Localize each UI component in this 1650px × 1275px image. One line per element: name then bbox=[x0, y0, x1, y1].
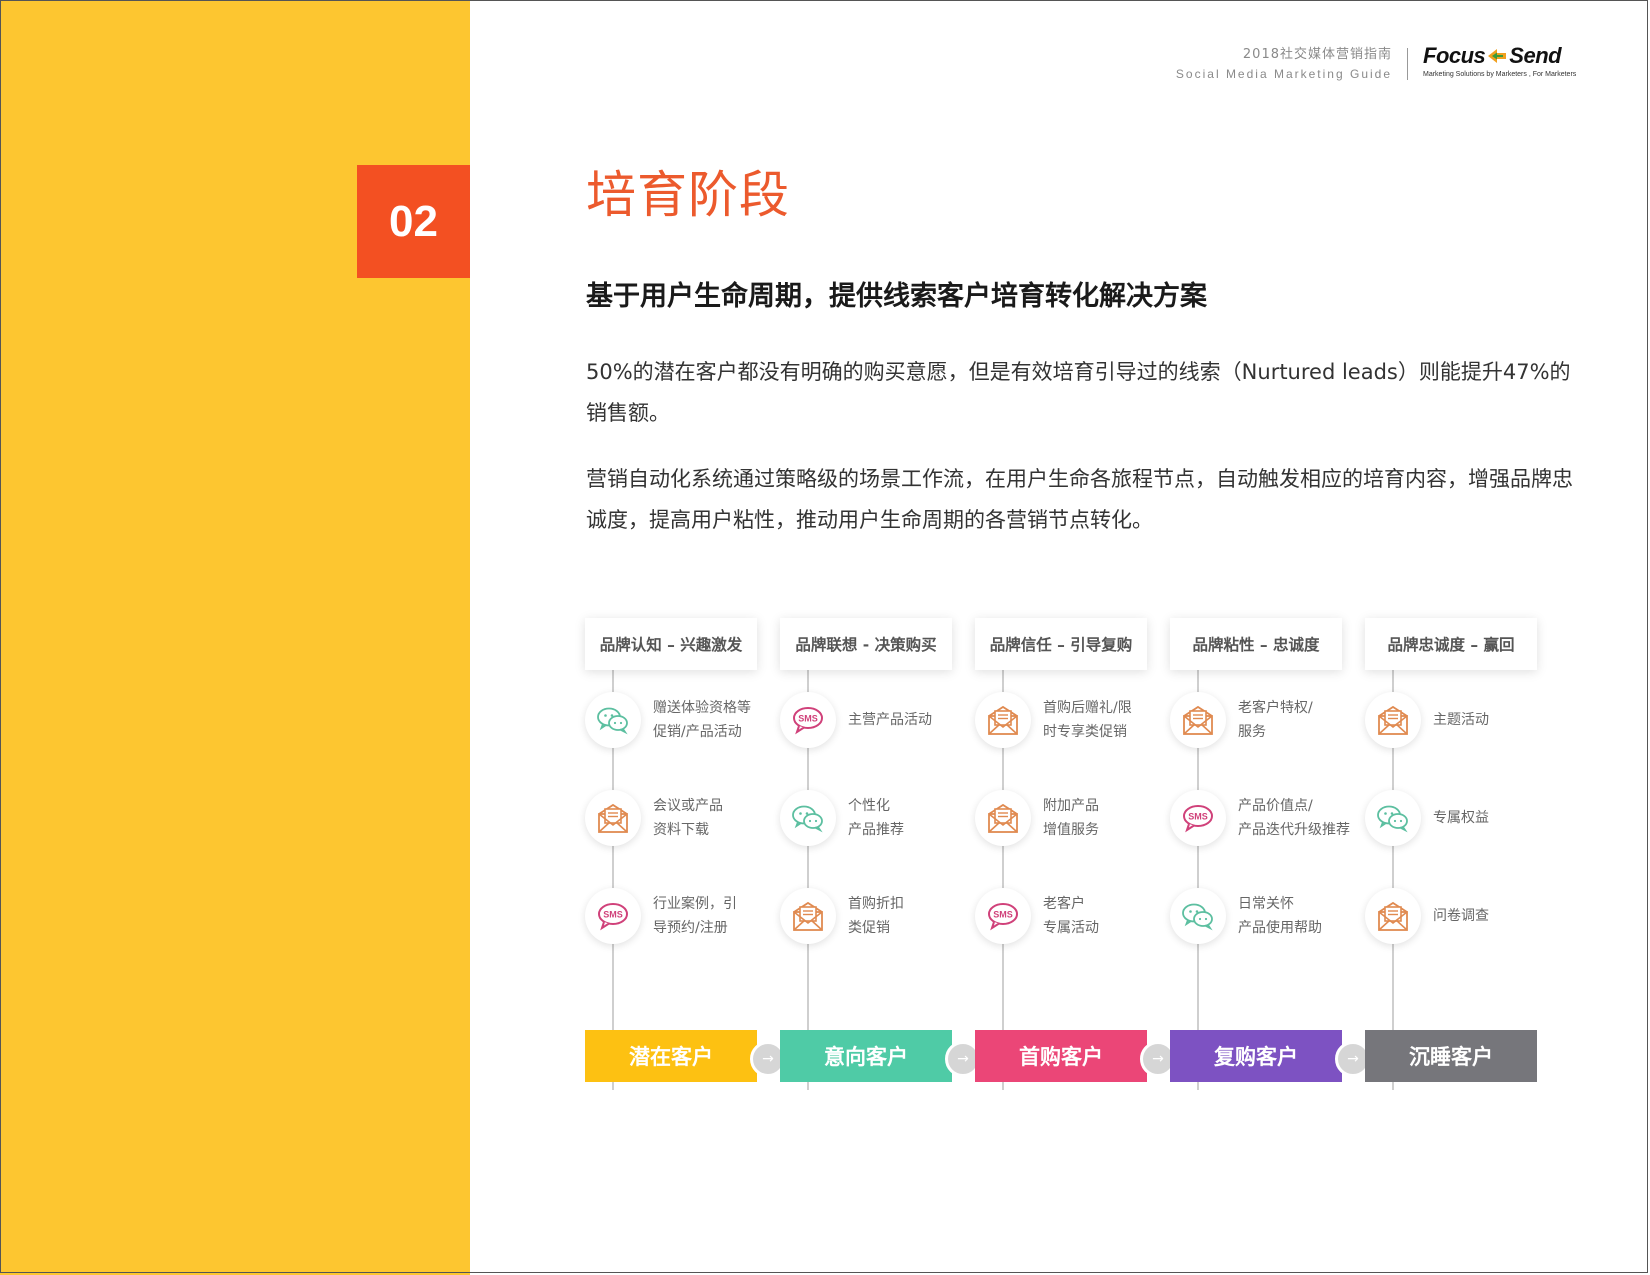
column-header: 品牌信任 – 引导复购 bbox=[975, 618, 1147, 670]
page-title: 培育阶段 bbox=[586, 166, 790, 224]
brand-tagline: Marketing Solutions by Marketers , For M… bbox=[1423, 71, 1577, 78]
guide-title-cn: 2018社交媒体营销指南 bbox=[1242, 47, 1392, 62]
touchpoint-label-line1: 首购后赠礼/限 bbox=[1043, 700, 1132, 716]
brand-logo: Focus Send Marketing Solutions by Market… bbox=[1423, 44, 1593, 80]
wechat-icon bbox=[585, 692, 641, 748]
touchpoint-label-line1: 会议或产品 bbox=[653, 798, 723, 814]
stage-3-block: 首购客户 bbox=[975, 1030, 1147, 1082]
touchpoint-label-line2: 服务 bbox=[1238, 724, 1266, 740]
touchpoint-label-line1: 问卷调查 bbox=[1433, 908, 1489, 924]
column-header: 品牌粘性 – 忠诚度 bbox=[1170, 618, 1342, 670]
guide-title-en: Social Media Marketing Guide bbox=[1175, 67, 1392, 81]
touchpoint-label-line2: 类促销 bbox=[848, 920, 890, 936]
touchpoint-label-line1: 主营产品活动 bbox=[848, 712, 932, 728]
touchpoint-label-line2: 产品使用帮助 bbox=[1238, 920, 1322, 936]
lifecycle-diagram: 品牌认知 – 兴趣激发 赠送体验资格等 促销/产品活动 会议或产品 资料下载 SMS 行业案… bbox=[575, 610, 1575, 1090]
touchpoint-label: 问卷调查 bbox=[1433, 904, 1489, 928]
email-icon bbox=[975, 790, 1031, 846]
wechat-icon bbox=[1365, 790, 1421, 846]
stage-1-block: 潜在客户 bbox=[585, 1030, 757, 1082]
section-number: 02 bbox=[357, 165, 470, 278]
svg-text:SMS: SMS bbox=[1188, 812, 1208, 822]
touchpoint-label-line2: 导预约/注册 bbox=[653, 920, 728, 936]
touchpoint-label-line1: 主题活动 bbox=[1433, 712, 1489, 728]
touchpoint-label-line1: 附加产品 bbox=[1043, 798, 1099, 814]
logo-mark-icon bbox=[1488, 49, 1507, 63]
touchpoint-label: 产品价值点/产品迭代升级推荐 bbox=[1238, 794, 1350, 842]
touchpoint-label-line2: 促销/产品活动 bbox=[653, 724, 742, 740]
sms-icon: SMS bbox=[975, 888, 1031, 944]
touchpoint-label: 日常关怀产品使用帮助 bbox=[1238, 892, 1322, 940]
touchpoint-label: 主题活动 bbox=[1433, 708, 1489, 732]
touchpoint-label-line1: 专属权益 bbox=[1433, 810, 1489, 826]
svg-text:SMS: SMS bbox=[993, 910, 1013, 920]
touchpoint-label: 首购折扣 类促销 bbox=[848, 892, 904, 940]
column-header: 品牌认知 – 兴趣激发 bbox=[585, 618, 757, 670]
touchpoint-label-line2: 资料下载 bbox=[653, 822, 709, 838]
touchpoint-label-line1: 老客户 bbox=[1043, 896, 1085, 912]
touchpoint-label-line1: 行业案例，引 bbox=[653, 896, 737, 912]
touchpoint-label: 专属权益 bbox=[1433, 806, 1489, 830]
touchpoint-label: 会议或产品 资料下载 bbox=[653, 794, 723, 842]
touchpoint-label-line1: 日常关怀 bbox=[1238, 896, 1294, 912]
touchpoint-label-line1: 产品价值点/ bbox=[1238, 798, 1313, 814]
stage-5-block: 沉睡客户 bbox=[1365, 1030, 1537, 1082]
column-header: 品牌忠诚度 – 赢回 bbox=[1365, 618, 1537, 670]
touchpoint-label-line2: 专属活动 bbox=[1043, 920, 1099, 936]
touchpoint-label-line1: 个性化 bbox=[848, 798, 890, 814]
touchpoint-label-line1: 赠送体验资格等 bbox=[653, 700, 751, 716]
sms-icon: SMS bbox=[780, 692, 836, 748]
paragraph-2: 营销自动化系统通过策略级的场景工作流，在用户生命各旅程节点，自动触发相应的培育内… bbox=[586, 467, 1573, 532]
stage-4-block: 复购客户 bbox=[1170, 1030, 1342, 1082]
header-divider bbox=[1407, 48, 1408, 80]
stage-2-block: 意向客户 bbox=[780, 1030, 952, 1082]
brand-name-right: Send bbox=[1509, 43, 1562, 68]
email-icon bbox=[1365, 888, 1421, 944]
touchpoint-label: 老客户 专属活动 bbox=[1043, 892, 1099, 940]
touchpoint-label: 赠送体验资格等 促销/产品活动 bbox=[653, 696, 751, 744]
column-header: 品牌联想 - 决策购买 bbox=[780, 618, 952, 670]
touchpoint-label: 首购后赠礼/限 时专享类促销 bbox=[1043, 696, 1132, 744]
header-guide: 2018社交媒体营销指南 Social Media Marketing Guid… bbox=[1176, 46, 1392, 84]
touchpoint-label-line2: 产品推荐 bbox=[848, 822, 904, 838]
touchpoint-label-line1: 首购折扣 bbox=[848, 896, 904, 912]
touchpoint-label-line2: 产品迭代升级推荐 bbox=[1238, 822, 1350, 838]
touchpoint-label: 附加产品 增值服务 bbox=[1043, 794, 1099, 842]
touchpoint-label-line1: 老客户特权/ bbox=[1238, 700, 1313, 716]
touchpoint-label-line2: 增值服务 bbox=[1043, 822, 1099, 838]
svg-text:SMS: SMS bbox=[798, 714, 818, 724]
touchpoint-label: 个性化 产品推荐 bbox=[848, 794, 904, 842]
touchpoint-label: 主营产品活动 bbox=[848, 708, 932, 732]
paragraph-1: 50%的潜在客户都没有明确的购买意愿，但是有效培育引导过的线索（Nurtured… bbox=[586, 360, 1571, 425]
sms-icon: SMS bbox=[1170, 790, 1226, 846]
touchpoint-label: 老客户特权/服务 bbox=[1238, 696, 1313, 744]
wechat-icon bbox=[1170, 888, 1226, 944]
brand-name-left: Focus bbox=[1423, 43, 1486, 68]
email-icon bbox=[1365, 692, 1421, 748]
email-icon bbox=[585, 790, 641, 846]
sms-icon: SMS bbox=[585, 888, 641, 944]
email-icon bbox=[975, 692, 1031, 748]
touchpoint-label-line2: 时专享类促销 bbox=[1043, 724, 1127, 740]
email-icon bbox=[780, 888, 836, 944]
svg-text:SMS: SMS bbox=[603, 910, 623, 920]
touchpoint-label: 行业案例，引 导预约/注册 bbox=[653, 892, 737, 940]
page-subtitle: 基于用户生命周期，提供线索客户培育转化解决方案 bbox=[586, 281, 1207, 312]
email-icon bbox=[1170, 692, 1226, 748]
wechat-icon bbox=[780, 790, 836, 846]
